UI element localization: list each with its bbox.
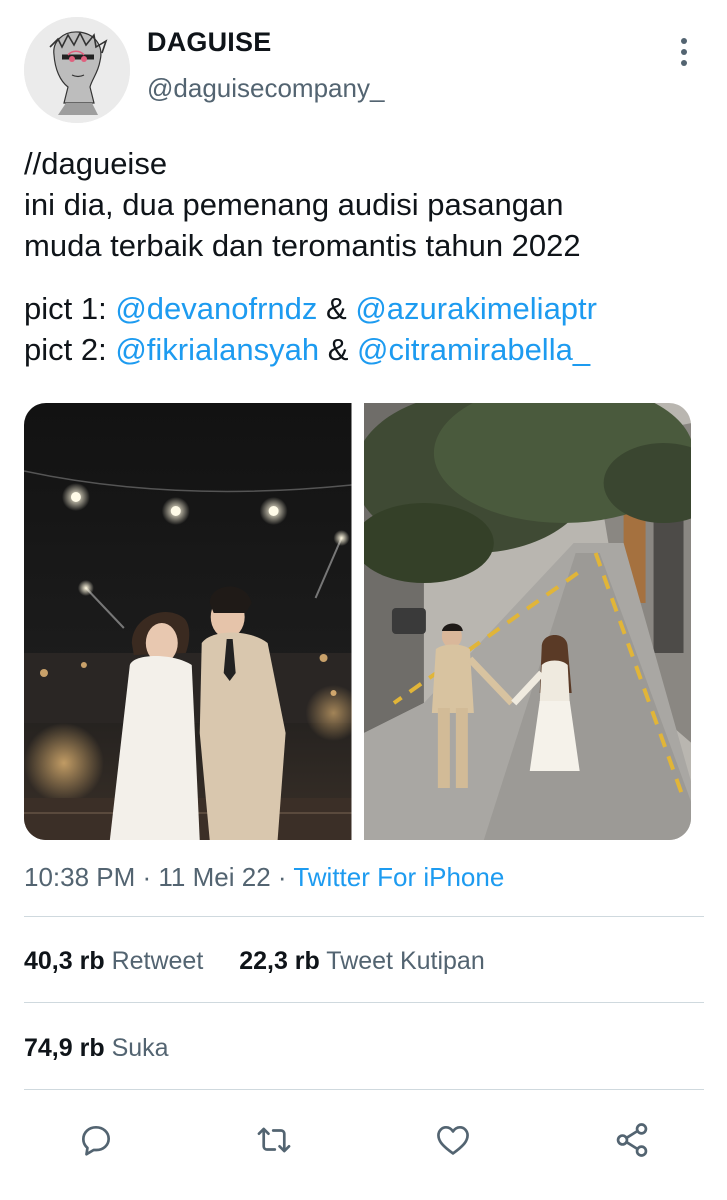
share-icon[interactable] — [604, 1112, 660, 1168]
display-name[interactable]: DAGUISE — [147, 27, 271, 58]
separator: · — [270, 862, 294, 892]
pict1-prefix: pict 1: — [24, 291, 116, 326]
retweets-count: 40,3 rb — [24, 947, 105, 975]
dot — [681, 38, 687, 44]
photo-couple-night[interactable] — [24, 403, 352, 840]
likes-label: Suka — [111, 1034, 169, 1062]
retweets-label: Retweet — [111, 947, 204, 975]
separator: · — [135, 862, 159, 892]
like-stats: 74,9 rb Suka — [24, 1034, 169, 1063]
dot — [681, 49, 687, 55]
tweet-source-link[interactable]: Twitter For iPhone — [293, 862, 504, 892]
retweets-link[interactable]: 40,3 rb Retweet — [24, 947, 203, 975]
action-bar — [0, 1112, 727, 1168]
dot — [681, 60, 687, 66]
tweet-date: 11 Mei 22 — [158, 862, 271, 892]
photo-couple-street[interactable] — [363, 403, 691, 840]
pict2-prefix: pict 2: — [24, 332, 116, 367]
more-vertical-icon[interactable] — [664, 32, 704, 72]
quotes-link[interactable]: 22,3 rb Tweet Kutipan — [239, 947, 485, 975]
tweet-meta: 10:38 PM · 11 Mei 22 · Twitter For iPhon… — [24, 862, 504, 893]
avatar[interactable] — [24, 17, 130, 123]
divider — [24, 1089, 704, 1090]
likes-link[interactable]: 74,9 rb Suka — [24, 1034, 169, 1062]
mention-link[interactable]: @citramirabella_ — [357, 332, 590, 367]
photo-night-rooftop — [24, 403, 352, 840]
retweet-icon[interactable] — [246, 1112, 302, 1168]
photo-street-walk — [363, 403, 691, 840]
likes-count: 74,9 rb — [24, 1034, 105, 1062]
mention-link[interactable]: @devanofrndz — [115, 291, 317, 326]
ampersand: & — [319, 332, 358, 367]
mention-link[interactable]: @fikrialansyah — [115, 332, 319, 367]
tweet-line: //dagueise — [24, 146, 168, 181]
heart-icon[interactable] — [425, 1112, 481, 1168]
tweet-time: 10:38 PM — [24, 862, 136, 892]
tweet-header: DAGUISE @daguisecompany_ — [0, 0, 727, 130]
divider — [24, 916, 704, 917]
mention-link[interactable]: @azurakimeliaptr — [355, 291, 597, 326]
tweet-media — [24, 403, 691, 840]
quotes-count: 22,3 rb — [239, 947, 320, 975]
statue-head-avatar-icon — [24, 17, 130, 123]
tweet-line: ini dia, dua pemenang audisi pasangan — [24, 187, 564, 222]
reply-icon[interactable] — [68, 1112, 124, 1168]
retweet-stats: 40,3 rb Retweet 22,3 rb Tweet Kutipan — [24, 947, 485, 976]
ampersand: & — [317, 291, 356, 326]
tweet-text: //dagueise ini dia, dua pemenang audisi … — [24, 143, 714, 370]
pict2-line: pict 2: @fikrialansyah & @citramirabella… — [24, 329, 714, 370]
user-handle[interactable]: @daguisecompany_ — [147, 73, 384, 104]
tweet-line: muda terbaik dan teromantis tahun 2022 — [24, 228, 581, 263]
pict1-line: pict 1: @devanofrndz & @azurakimeliaptr — [24, 288, 714, 329]
quotes-label: Tweet Kutipan — [326, 947, 485, 975]
divider — [24, 1002, 704, 1003]
